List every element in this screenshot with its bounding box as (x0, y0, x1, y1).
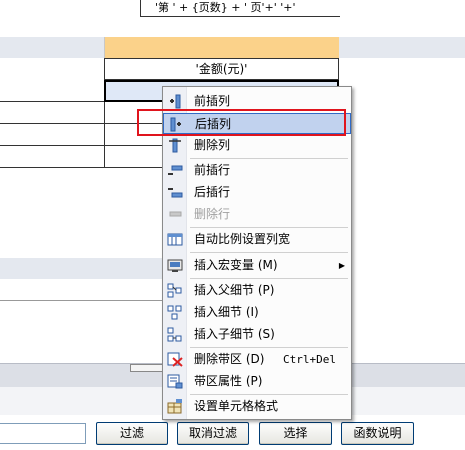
function-help-button[interactable]: 函数说明 (341, 422, 414, 445)
menu-item-cell-format[interactable]: 设置单元格格式 (163, 396, 351, 417)
insert-child-detail-icon (167, 327, 183, 342)
grid-line (0, 300, 162, 301)
menu-separator (190, 227, 348, 228)
column-header-highlight (104, 37, 339, 58)
submenu-arrow-icon: ▶ (338, 261, 345, 270)
menu-item-insert-detail[interactable]: 插入细节 (I) (163, 302, 351, 323)
menu-item-label: 删除带区 (D) (194, 352, 265, 366)
menu-separator (190, 347, 348, 348)
menu-item-label: 删除列 (194, 138, 231, 152)
menu-separator (190, 394, 348, 395)
menu-item-label: 前插行 (194, 163, 231, 177)
delete-column-icon (167, 138, 183, 153)
menu-item-shortcut: Ctrl+Del (283, 353, 336, 366)
insert-column-before-icon (167, 94, 183, 109)
insert-parent-detail-icon (167, 283, 183, 298)
menu-item-label: 插入子细节 (S) (194, 327, 275, 341)
cell-format-icon (167, 399, 183, 414)
menu-item-insert-row-before[interactable]: 前插行 (163, 160, 351, 181)
band-resize-handle[interactable] (130, 364, 164, 372)
filter-input[interactable] (0, 423, 86, 444)
menu-item-delete-band[interactable]: 删除带区 (D) Ctrl+Del (163, 349, 351, 370)
menu-separator (190, 252, 348, 253)
menu-item-delete-column[interactable]: 删除列 (163, 135, 351, 156)
detail-band-header (0, 258, 162, 279)
insert-detail-icon (167, 305, 183, 320)
insert-macro-variable-icon (167, 258, 183, 273)
amount-header-cell[interactable]: '金额(元)' (104, 58, 339, 80)
menu-item-label: 插入父细节 (P) (194, 283, 275, 297)
menu-item-insert-row-after[interactable]: 后插行 (163, 182, 351, 203)
menu-item-label: 带区属性 (P) (194, 374, 263, 388)
menu-item-label: 后插行 (194, 185, 231, 199)
cancel-filter-button[interactable]: 取消过滤 (177, 422, 249, 445)
auto-column-width-icon (167, 232, 183, 247)
band-properties-icon (167, 374, 183, 389)
highlight-callout-box (137, 109, 346, 136)
select-button[interactable]: 选择 (259, 422, 332, 445)
menu-item-label: 插入宏变量 (M) (194, 258, 278, 272)
menu-item-auto-column-width[interactable]: 自动比例设置列宽 (163, 229, 351, 250)
menu-item-label: 插入细节 (I) (194, 305, 259, 319)
menu-item-label: 自动比例设置列宽 (194, 232, 291, 246)
menu-item-label: 设置单元格格式 (194, 399, 279, 413)
menu-separator (190, 278, 348, 279)
insert-row-after-icon (167, 185, 183, 200)
menu-item-label: 删除行 (194, 207, 231, 221)
page-number-formula-cell[interactable]: '第 ' + {页数} + ' 页'+' '+' (140, 0, 340, 17)
menu-item-insert-macro-variable[interactable]: 插入宏变量 (M) ▶ (163, 255, 351, 276)
menu-item-insert-parent-detail[interactable]: 插入父细节 (P) (163, 280, 351, 301)
menu-item-band-properties[interactable]: 带区属性 (P) (163, 371, 351, 392)
delete-row-icon (167, 207, 183, 222)
insert-row-before-icon (167, 163, 183, 178)
delete-band-icon (167, 352, 183, 367)
menu-separator (190, 158, 348, 159)
menu-item-insert-child-detail[interactable]: 插入子细节 (S) (163, 324, 351, 345)
menu-item-delete-row[interactable]: 删除行 (163, 204, 351, 225)
filter-button[interactable]: 过滤 (96, 422, 168, 445)
